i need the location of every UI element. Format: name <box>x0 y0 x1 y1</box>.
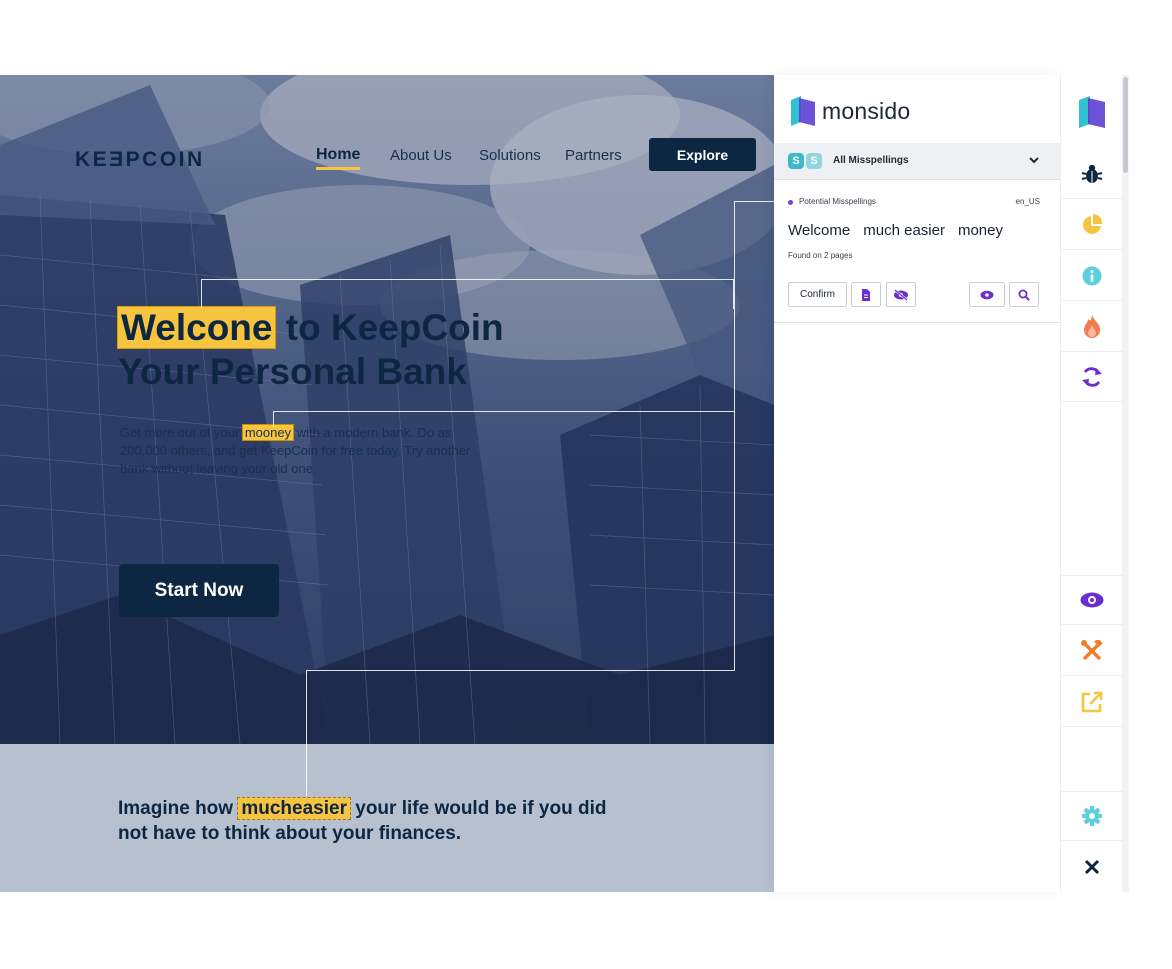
nav-home[interactable]: Home <box>316 146 361 170</box>
explore-button[interactable]: Explore <box>649 138 756 171</box>
toolbar-info-button[interactable] <box>1061 251 1122 301</box>
ignore-button[interactable] <box>886 282 916 307</box>
toolbar-view-button[interactable] <box>1061 575 1122 625</box>
toolbar-tools-button[interactable] <box>1061 626 1122 676</box>
card-language: en_US <box>1015 197 1040 206</box>
suggestion-word[interactable]: much easier <box>863 222 945 239</box>
toolbar-close-button[interactable] <box>1061 842 1122 892</box>
toolbar-logo[interactable] <box>1061 75 1122 149</box>
lower-section: Imagine how mucheasier your life would b… <box>0 744 774 892</box>
subtext-before: Get more out of your <box>120 425 243 440</box>
scrollbar-thumb[interactable] <box>1123 77 1128 173</box>
start-now-button[interactable]: Start Now <box>119 564 279 617</box>
nav-partners[interactable]: Partners <box>565 147 622 164</box>
screenshot-canvas: KEƎPCOIN Home About Us Solutions Partner… <box>0 0 1172 969</box>
headline-line-2: Your Personal Bank <box>118 351 467 392</box>
nav-solutions[interactable]: Solutions <box>479 147 541 164</box>
eye-icon <box>1080 592 1103 608</box>
gear-icon <box>1081 806 1102 826</box>
toolbar-statistics-button[interactable] <box>1061 200 1122 250</box>
suggestion-word[interactable]: Welcome <box>788 222 850 239</box>
category-dot <box>788 200 793 205</box>
toolbar-qa-button[interactable] <box>1061 149 1122 199</box>
monsido-toolbar <box>1060 75 1122 892</box>
monsido-logo-icon <box>791 96 815 126</box>
external-link-icon <box>1081 691 1102 712</box>
nav-about-us[interactable]: About Us <box>390 147 452 164</box>
chevron-down-icon <box>1029 157 1039 164</box>
hero-section: KEƎPCOIN Home About Us Solutions Partner… <box>0 75 774 744</box>
toolbar-open-external-button[interactable] <box>1061 677 1122 727</box>
spelling-badge-icon: S <box>788 153 804 169</box>
eye-icon <box>980 290 994 299</box>
bug-icon <box>1081 164 1102 183</box>
close-icon <box>1084 859 1099 875</box>
info-icon <box>1082 266 1101 285</box>
toolbar-heatmap-button[interactable] <box>1061 302 1122 352</box>
toolbar-settings-button[interactable] <box>1061 791 1122 841</box>
card-category: Potential Misspellings <box>799 197 876 206</box>
hero-overlay <box>0 75 774 744</box>
suggestion-word[interactable]: money <box>958 222 1003 239</box>
hero-headline: Welcone to KeepCoin Your Personal Bank <box>116 306 504 394</box>
toolbar-refresh-button[interactable] <box>1061 352 1122 402</box>
eye-slash-icon <box>894 288 908 301</box>
lower-before: Imagine how <box>118 798 239 819</box>
hero-subtext: Get more out of your mooney with a moder… <box>120 424 500 478</box>
spelling-badge-icon-2: S <box>806 153 822 169</box>
monsido-logo-icon <box>1078 96 1105 128</box>
suggestion-list: Welcome much easier money <box>788 222 1003 239</box>
search-button[interactable] <box>1009 282 1039 307</box>
keepcoin-logo[interactable]: KEƎPCOIN <box>75 148 205 172</box>
misspelling-card: Potential Misspellings en_US Welcome muc… <box>774 181 1060 323</box>
filter-label: All Misspellings <box>833 155 909 166</box>
refresh-icon <box>1081 366 1102 387</box>
found-on-pages: Found on 2 pages <box>788 251 853 260</box>
view-button[interactable] <box>969 282 1005 307</box>
search-icon <box>1018 289 1030 301</box>
toolbar-scrollbar[interactable] <box>1122 75 1129 892</box>
document-icon <box>862 288 870 301</box>
confirm-button[interactable]: Confirm <box>788 282 847 307</box>
monsido-panel: monsido S S All Misspellings Potential M… <box>774 75 1060 892</box>
misspelling-highlight-mooney[interactable]: mooney <box>241 424 295 441</box>
tools-icon <box>1080 639 1103 660</box>
pie-chart-icon <box>1082 213 1102 234</box>
misspelling-highlight-mucheasier[interactable]: mucheasier <box>237 797 351 820</box>
headline-rest: to KeepCoin <box>275 307 504 348</box>
headline-line-1: Welcone to KeepCoin <box>116 306 504 350</box>
lower-headline: Imagine how mucheasier your life would b… <box>118 796 638 846</box>
flame-icon <box>1083 314 1100 338</box>
misspelling-highlight-welcone[interactable]: Welcone <box>116 306 277 349</box>
document-button[interactable] <box>851 282 881 307</box>
website-preview: KEƎPCOIN Home About Us Solutions Partner… <box>0 75 774 892</box>
monsido-brand-name: monsido <box>822 97 911 124</box>
monsido-brand: monsido <box>791 96 910 126</box>
misspelling-filter-dropdown[interactable]: S S All Misspellings <box>774 143 1060 180</box>
